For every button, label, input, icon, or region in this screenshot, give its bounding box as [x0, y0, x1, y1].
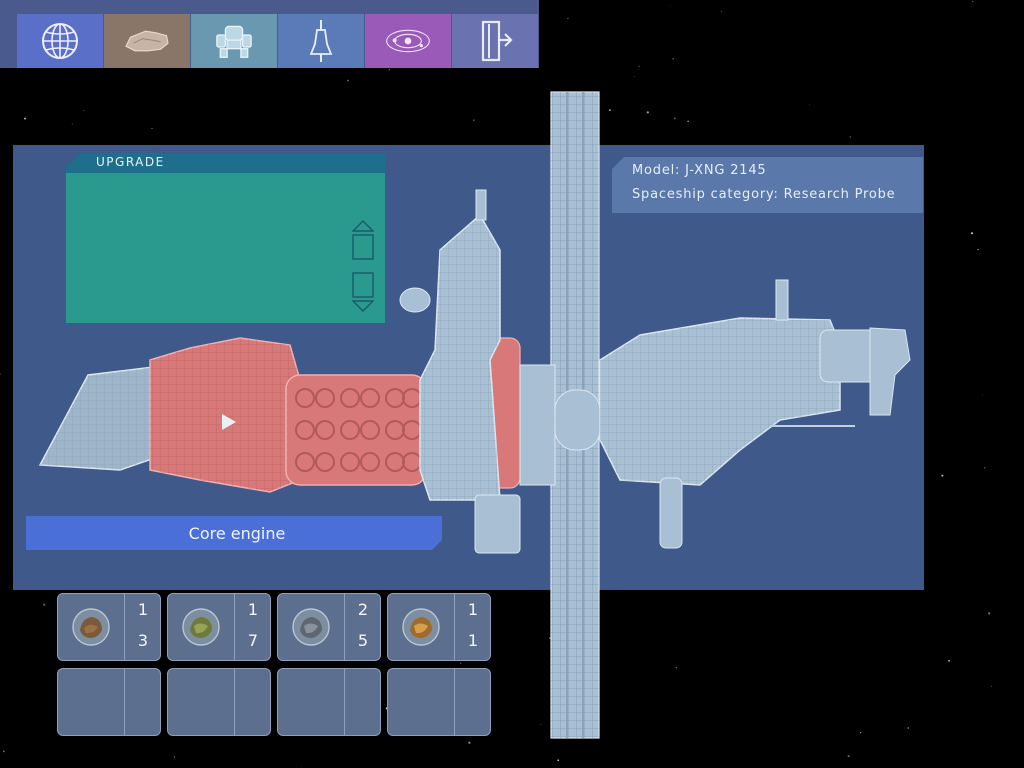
tab-solar-system[interactable] — [365, 14, 451, 68]
orange-mineral-icon — [402, 608, 440, 646]
ship-info-box: Model: J-XNG 2145 Spaceship category: Re… — [612, 157, 923, 213]
tab-robot[interactable] — [191, 14, 277, 68]
resource-count-bottom: 7 — [247, 631, 259, 650]
central-tower-module[interactable] — [399, 189, 556, 554]
gray-mineral-icon — [292, 608, 330, 646]
resource-count-top: 1 — [247, 600, 259, 619]
empty-slot-1[interactable] — [57, 668, 161, 736]
brown-mineral-icon — [72, 608, 110, 646]
scroll-down-button[interactable] — [352, 271, 374, 313]
ship-category: Spaceship category: Research Probe — [632, 187, 896, 202]
tab-planet[interactable] — [17, 14, 103, 68]
solar-system-icon — [386, 29, 430, 53]
resource-count-top: 1 — [137, 600, 149, 619]
planet-globe-icon — [42, 23, 78, 59]
service-module[interactable] — [554, 279, 911, 549]
robot-icon — [216, 25, 252, 58]
selected-module-bar: Core engine — [26, 516, 442, 550]
resource-count-bottom: 3 — [137, 631, 149, 650]
top-tab-bar — [0, 0, 539, 68]
resource-count-top: 2 — [357, 600, 369, 619]
resource-slot-4[interactable]: 1 1 — [387, 593, 491, 661]
empty-slot-2[interactable] — [167, 668, 271, 736]
terrain-icon — [125, 30, 169, 52]
green-mineral-icon — [182, 608, 220, 646]
upgrade-title: UPGRADE — [96, 155, 165, 169]
ship-model: Model: J-XNG 2145 — [632, 163, 767, 178]
tab-unit[interactable] — [278, 14, 364, 68]
empty-slot-4[interactable] — [387, 668, 491, 736]
tab-exit[interactable] — [452, 14, 538, 68]
resource-slot-1[interactable]: 1 3 — [57, 593, 161, 661]
scroll-up-button[interactable] — [352, 219, 374, 261]
exit-door-icon — [481, 20, 513, 62]
resource-slot-2[interactable]: 1 7 — [167, 593, 271, 661]
resource-slot-3[interactable]: 2 5 — [277, 593, 381, 661]
upgrade-header: UPGRADE — [66, 153, 385, 173]
resource-count-top: 1 — [467, 600, 479, 619]
selected-module-label: Core engine — [188, 524, 286, 543]
upgrade-list — [66, 173, 385, 323]
tab-terrain[interactable] — [104, 14, 190, 68]
empty-slot-3[interactable] — [277, 668, 381, 736]
resource-count-bottom: 5 — [357, 631, 369, 650]
figure-icon — [309, 20, 333, 62]
resource-count-bottom: 1 — [467, 631, 479, 650]
